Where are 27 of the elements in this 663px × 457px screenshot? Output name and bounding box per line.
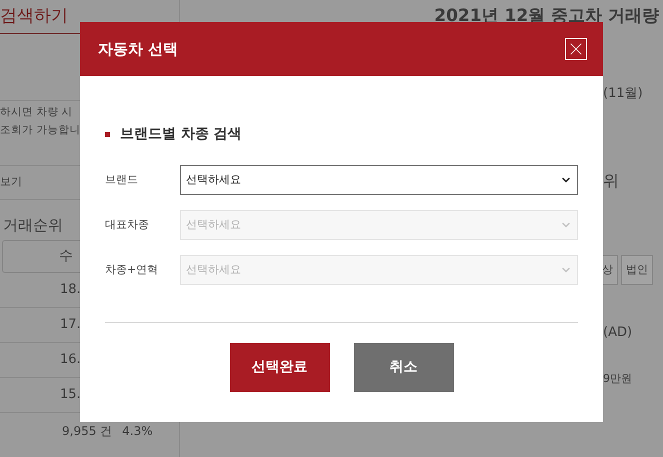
- confirm-button[interactable]: 선택완료: [230, 343, 330, 392]
- transaction-share: 4.3%: [122, 422, 153, 440]
- filter-button[interactable]: 법인: [621, 255, 653, 285]
- section-heading: 브랜드별 차종 검색: [120, 125, 242, 144]
- cancel-button[interactable]: 취소: [354, 343, 454, 392]
- field-label: 대표차종: [105, 216, 150, 233]
- ranking-tab[interactable]: 수: [59, 246, 73, 267]
- period-text: (11월): [603, 84, 644, 102]
- view-link[interactable]: 보기: [0, 174, 22, 191]
- notice-text: 조회가 가능합니: [0, 122, 80, 138]
- section-title: 위: [603, 170, 620, 192]
- transaction-count: 9,955 건: [62, 422, 112, 440]
- field-label: 차종+연혁: [105, 262, 160, 278]
- ad-label: (AD): [603, 324, 634, 342]
- field-label: 브랜드: [105, 172, 139, 188]
- ranking-value: 18.: [60, 281, 81, 300]
- ranking-value: 16.: [60, 351, 81, 370]
- search-tab[interactable]: 검색하기: [0, 4, 68, 30]
- ranking-title: 거래순위: [3, 214, 63, 236]
- select-field[interactable]: 선택하세요: [180, 165, 578, 195]
- close-button[interactable]: [565, 38, 587, 60]
- bullet-icon: [105, 132, 110, 137]
- ranking-value: 15.: [60, 386, 81, 404]
- price-text: 9만원: [603, 370, 633, 386]
- notice-text: 하시면 차량 시: [0, 105, 73, 120]
- ranking-value: 17.: [60, 316, 81, 334]
- dialog-title: 자동차 선택: [98, 38, 178, 60]
